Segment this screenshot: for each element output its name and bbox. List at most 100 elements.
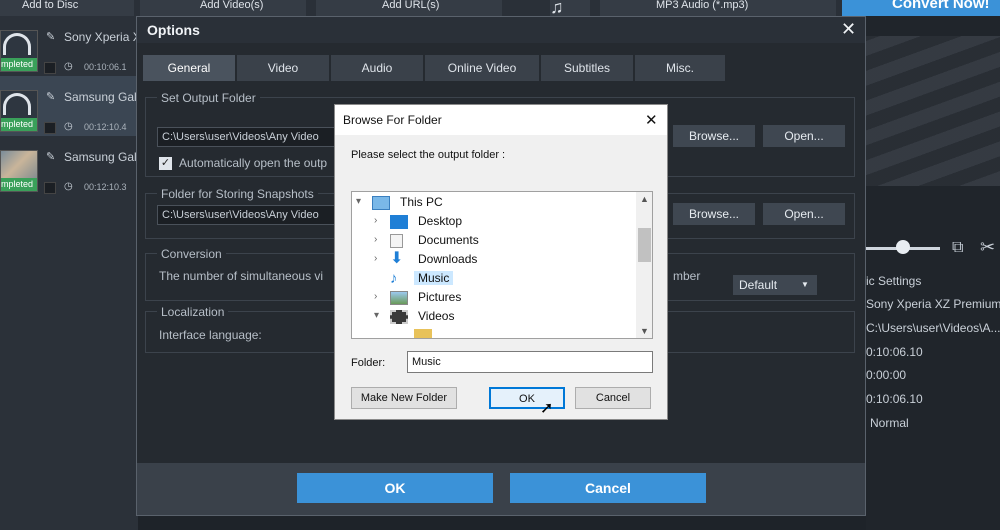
list-item[interactable]: mpleted ✎ Sony Xperia X ◷ 00:10:06.1 bbox=[0, 16, 138, 76]
output-open-button[interactable]: Open... bbox=[763, 125, 845, 147]
computer-icon bbox=[372, 196, 390, 210]
pencil-icon[interactable]: ✎ bbox=[46, 90, 58, 103]
browse-prompt: Please select the output folder : bbox=[351, 149, 506, 161]
list-item[interactable]: mpleted ✎ Samsung Gal ◷ 00:12:10.4 bbox=[0, 76, 138, 136]
tab-misc[interactable]: Misc. bbox=[635, 55, 725, 81]
tree-item-music[interactable]: ♪ Music bbox=[374, 270, 634, 289]
chevron-right-icon[interactable]: › bbox=[374, 234, 386, 245]
browse-cancel-button[interactable]: Cancel bbox=[575, 387, 651, 409]
setting-value: 0:10:06.10 bbox=[866, 392, 923, 406]
tree-item-label: Pictures bbox=[418, 290, 462, 304]
section-title: ic Settings bbox=[866, 274, 922, 288]
browse-title: Browse For Folder bbox=[343, 113, 442, 127]
simultaneous-conversions-select[interactable]: Default ▼ bbox=[733, 275, 817, 295]
copy-icon[interactable]: ⧉ bbox=[952, 239, 963, 257]
video-name: Samsung Gal bbox=[64, 90, 137, 104]
folder-field-label: Folder: bbox=[351, 357, 386, 369]
tree-item-this-pc[interactable]: ▾ This PC bbox=[356, 194, 636, 213]
folder-tree[interactable]: ▾ This PC › Desktop › Documents › ⬇ Down… bbox=[351, 191, 653, 339]
tab-general[interactable]: General bbox=[143, 55, 235, 81]
auto-open-label: Automatically open the outp bbox=[179, 156, 328, 170]
video-duration: 00:10:06.1 bbox=[84, 62, 127, 72]
tree-item-label: Videos bbox=[418, 309, 455, 323]
headphones-icon bbox=[3, 33, 31, 55]
chevron-down-icon[interactable]: ▾ bbox=[356, 196, 368, 207]
video-checkbox[interactable] bbox=[44, 122, 56, 134]
headphones-icon bbox=[3, 93, 31, 115]
snapshot-open-button[interactable]: Open... bbox=[763, 203, 845, 225]
tree-item-label: Documents bbox=[418, 233, 479, 247]
tree-item-pictures[interactable]: › Pictures bbox=[374, 289, 634, 308]
output-folder-field[interactable]: C:\Users\user\Videos\Any Video bbox=[157, 127, 337, 147]
browse-titlebar: Browse For Folder ✕ bbox=[335, 105, 667, 135]
snapshot-browse-button[interactable]: Browse... bbox=[673, 203, 755, 225]
mouse-cursor-icon: ➚ bbox=[540, 400, 554, 417]
video-thumbnail: mpleted bbox=[0, 150, 38, 192]
convert-now-button[interactable]: Convert Now! bbox=[842, 0, 1000, 16]
download-arrow-icon: ⬇ bbox=[390, 250, 404, 267]
video-checkbox[interactable] bbox=[44, 62, 56, 74]
add-to-disc-button[interactable]: Add to Disc bbox=[0, 0, 134, 16]
browse-folder-dialog: Browse For Folder ✕ Please select the ou… bbox=[334, 104, 668, 420]
scroll-down-icon[interactable]: ▼ bbox=[640, 326, 649, 336]
chevron-right-icon[interactable]: › bbox=[374, 215, 386, 226]
scrollbar-thumb[interactable] bbox=[638, 228, 651, 262]
tab-subtitles[interactable]: Subtitles bbox=[541, 55, 633, 81]
tab-online-video[interactable]: Online Video bbox=[425, 55, 539, 81]
simultaneous-conversions-label: The number of simultaneous vi bbox=[159, 269, 324, 283]
convert-now-label: Convert Now! bbox=[892, 0, 990, 12]
add-video-button[interactable]: Add Video(s) bbox=[140, 0, 306, 16]
tree-item-label: Music bbox=[414, 271, 454, 285]
music-note-icon: ♫ bbox=[550, 0, 590, 16]
pencil-icon[interactable]: ✎ bbox=[46, 150, 58, 163]
volume-slider-knob[interactable] bbox=[896, 240, 910, 254]
video-checkbox[interactable] bbox=[44, 182, 56, 194]
folder-icon bbox=[414, 329, 432, 338]
close-icon[interactable]: ✕ bbox=[841, 19, 856, 40]
options-ok-button[interactable]: OK bbox=[297, 473, 493, 503]
setting-value: C:\Users\user\Videos\A... bbox=[866, 321, 1000, 335]
tree-item-desktop[interactable]: › Desktop bbox=[374, 213, 634, 232]
output-format-select[interactable]: MP3 Audio (*.mp3) bbox=[600, 0, 836, 16]
video-name: Sony Xperia X bbox=[64, 30, 138, 44]
folder-field[interactable]: Music bbox=[407, 351, 653, 373]
setting-value: Normal bbox=[870, 416, 909, 430]
add-to-disc-label: Add to Disc bbox=[22, 0, 79, 11]
setting-value: Sony Xperia XZ Premium bbox=[866, 297, 1000, 311]
output-format-label: MP3 Audio (*.mp3) bbox=[656, 0, 749, 11]
tree-item-subfolder[interactable] bbox=[414, 327, 614, 338]
pencil-icon[interactable]: ✎ bbox=[46, 30, 58, 43]
tree-item-documents[interactable]: › Documents bbox=[374, 232, 634, 251]
interface-language-label: Interface language: bbox=[159, 328, 262, 342]
output-folder-label: Set Output Folder bbox=[157, 91, 260, 105]
status-badge: mpleted bbox=[1, 178, 37, 191]
tab-audio[interactable]: Audio bbox=[331, 55, 423, 81]
music-note-icon: ♪ bbox=[390, 270, 398, 287]
auto-open-checkbox[interactable]: ✓ bbox=[159, 157, 172, 170]
make-new-folder-button[interactable]: Make New Folder bbox=[351, 387, 457, 409]
add-url-button[interactable]: Add URL(s) bbox=[316, 0, 502, 16]
chevron-right-icon[interactable]: › bbox=[374, 253, 386, 264]
scissors-icon[interactable]: ✂ bbox=[980, 237, 995, 258]
snapshot-folder-field[interactable]: C:\Users\user\Videos\Any Video bbox=[157, 205, 337, 225]
top-toolbar: Add to Disc Add Video(s) Add URL(s) ♫ MP… bbox=[0, 0, 1000, 16]
tree-item-label: Desktop bbox=[418, 214, 463, 228]
tree-item-videos[interactable]: ▾ Videos bbox=[374, 308, 634, 327]
close-icon[interactable]: ✕ bbox=[645, 111, 658, 129]
scroll-up-icon[interactable]: ▲ bbox=[640, 194, 649, 204]
clock-icon: ◷ bbox=[64, 61, 73, 72]
videos-icon bbox=[390, 310, 408, 324]
video-thumbnail: mpleted bbox=[0, 30, 38, 72]
tab-video[interactable]: Video bbox=[237, 55, 329, 81]
tree-scrollbar[interactable]: ▲ ▼ bbox=[636, 192, 652, 338]
tree-item-downloads[interactable]: › ⬇ Downloads bbox=[374, 251, 634, 270]
status-badge: mpleted bbox=[1, 118, 37, 131]
clock-icon: ◷ bbox=[64, 181, 73, 192]
options-cancel-button[interactable]: Cancel bbox=[510, 473, 706, 503]
chevron-down-icon[interactable]: ▾ bbox=[374, 310, 386, 321]
localization-label: Localization bbox=[157, 305, 229, 319]
list-item[interactable]: mpleted ✎ Samsung Gal ◷ 00:12:10.3 bbox=[0, 136, 138, 196]
chevron-right-icon[interactable]: › bbox=[374, 291, 386, 302]
output-browse-button[interactable]: Browse... bbox=[673, 125, 755, 147]
browse-ok-button[interactable]: OK bbox=[489, 387, 565, 409]
